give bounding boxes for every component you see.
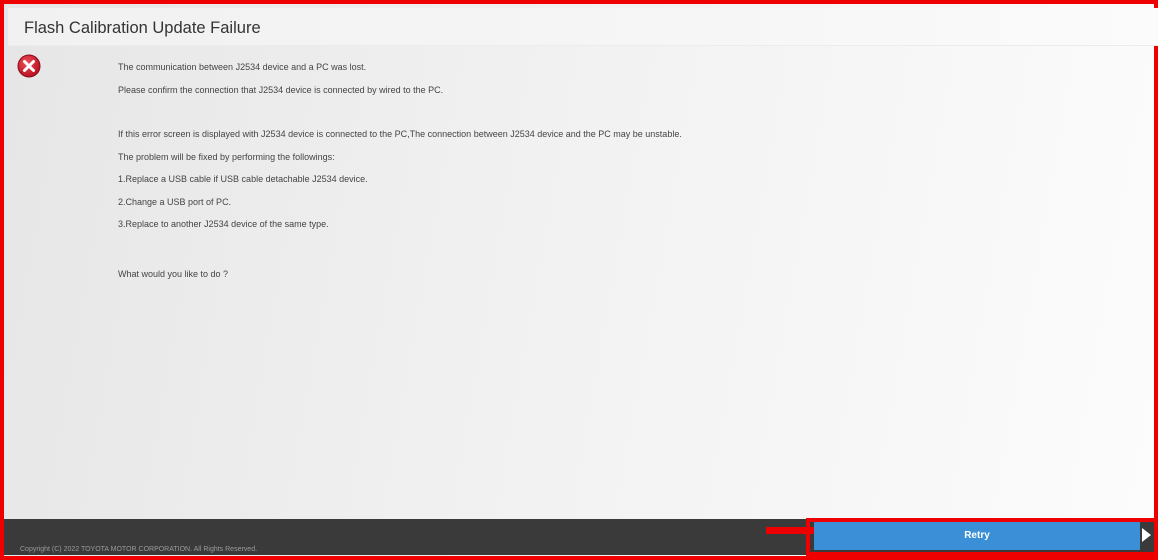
retry-highlight-box xyxy=(806,518,1158,556)
page-title: Flash Calibration Update Failure xyxy=(24,19,261,37)
error-dialog: Flash Calibration Update Failure The com… xyxy=(0,0,1158,560)
message-line: If this error screen is displayed with J… xyxy=(118,129,682,139)
dialog-header: Flash Calibration Update Failure xyxy=(8,8,1158,46)
error-circle-x-icon xyxy=(17,54,41,78)
message-line: 3.Replace to another J2534 device of the… xyxy=(118,219,329,229)
message-line: 2.Change a USB port of PC. xyxy=(118,196,232,207)
error-message: The communication between J2534 device a… xyxy=(118,60,682,289)
message-line: The problem will be fixed by performing … xyxy=(118,151,335,162)
message-line: 1.Replace a USB cable if USB cable detac… xyxy=(118,174,368,184)
prompt-question: What would you like to do ? xyxy=(118,268,229,279)
message-line: Please confirm the connection that J2534… xyxy=(118,84,444,95)
message-line: The communication between J2534 device a… xyxy=(118,62,367,72)
copyright-text: Copyright (C) 2022 TOYOTA MOTOR CORPORAT… xyxy=(20,546,258,553)
